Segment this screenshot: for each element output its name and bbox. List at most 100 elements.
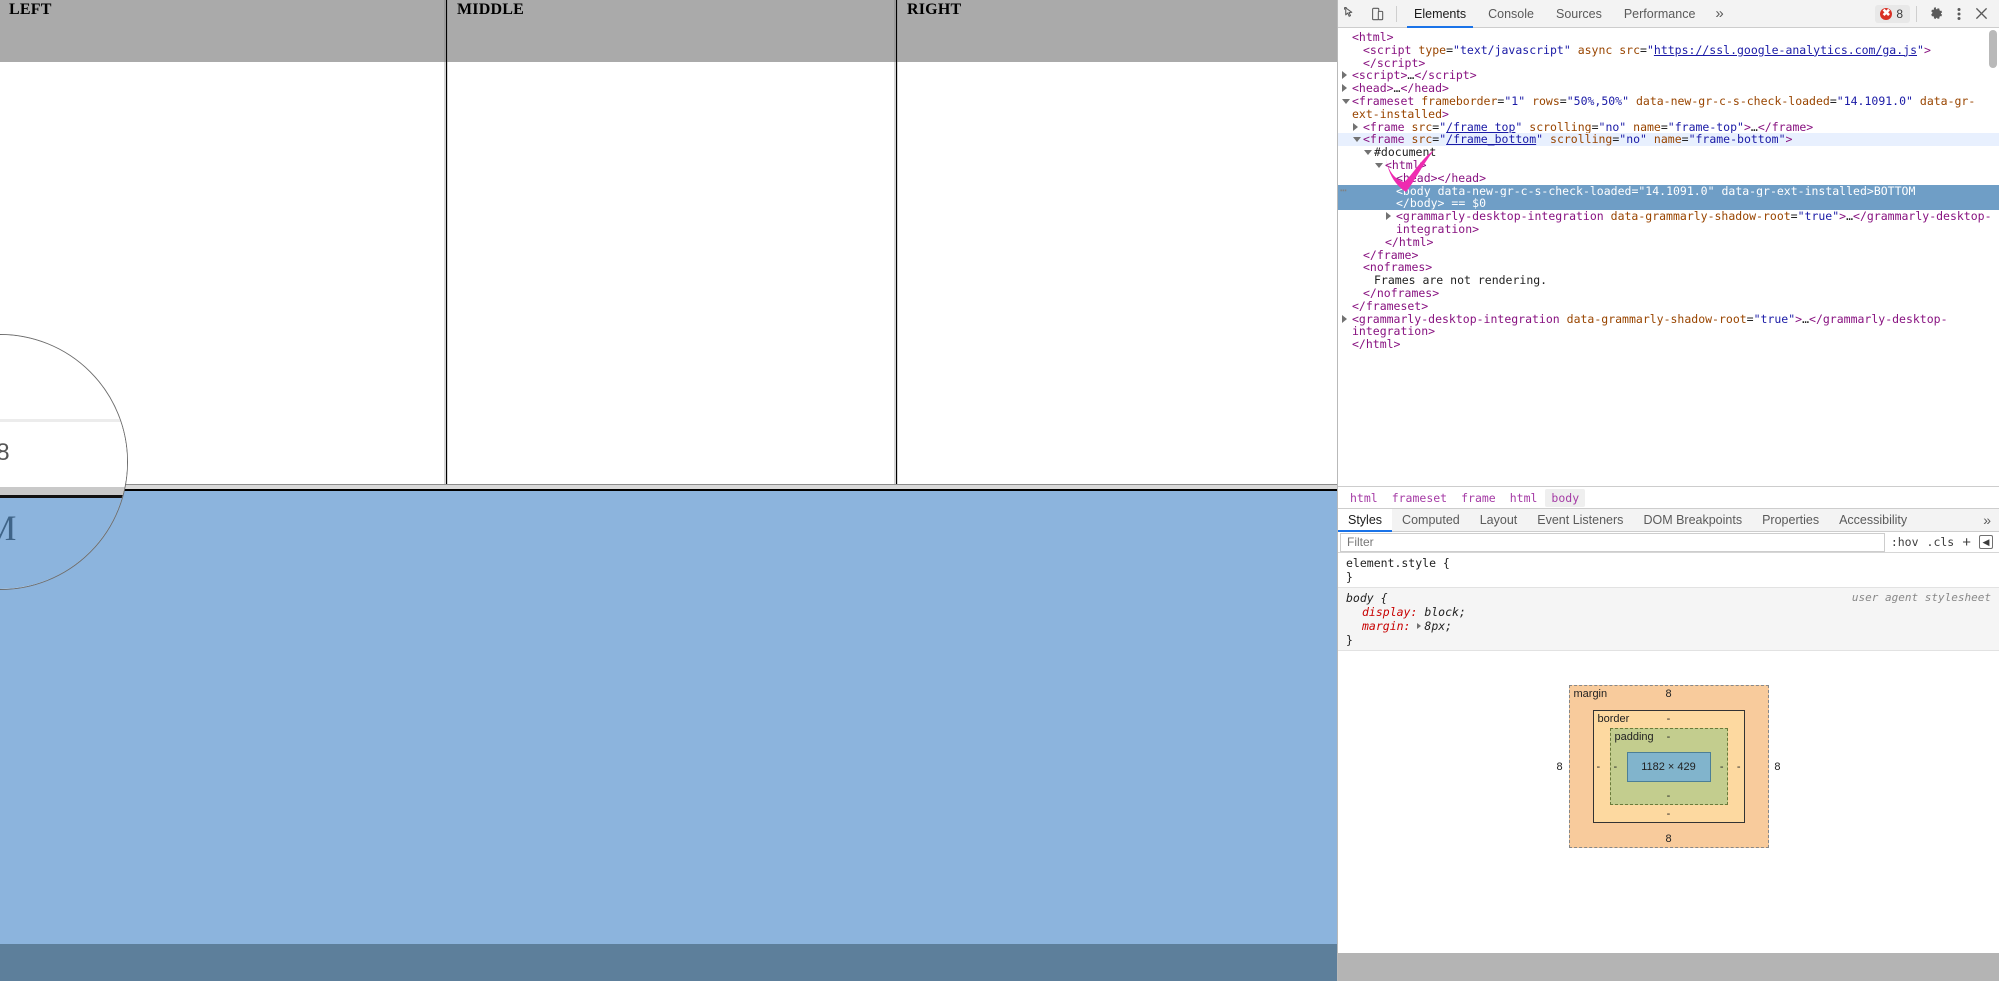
dock-to-side-icon[interactable]: ◀ <box>1979 535 1993 549</box>
box-model-padding-bottom[interactable]: - <box>1611 790 1727 802</box>
box-model-content-size[interactable]: 1182 × 429 <box>1627 752 1711 782</box>
expand-triangle-closed-icon[interactable] <box>1386 212 1391 220</box>
styles-rules-list: element.style { } user agent stylesheet … <box>1338 553 1999 651</box>
dom-node-line[interactable]: <frame src="/frame_bottom" scrolling="no… <box>1338 133 1999 146</box>
declaration-margin-value: 8px; <box>1424 619 1452 633</box>
box-model-border-bottom[interactable]: - <box>1594 808 1744 820</box>
declaration-display[interactable]: display: block; <box>1346 605 1993 619</box>
expand-triangle-closed-icon[interactable] <box>1342 84 1347 92</box>
tab-elements[interactable]: Elements <box>1403 0 1477 28</box>
box-model-border-top[interactable]: - <box>1594 713 1744 725</box>
tab-event-listeners[interactable]: Event Listeners <box>1527 509 1633 531</box>
dom-node-line[interactable]: <frameset frameborder="1" rows="50%,50%"… <box>1338 95 1999 121</box>
error-count-badge[interactable]: ✖ 8 <box>1875 5 1910 23</box>
breadcrumb-item-frameset[interactable]: frameset <box>1386 489 1453 507</box>
breadcrumb-item-html[interactable]: html <box>1344 489 1384 507</box>
expand-triangle-closed-icon[interactable] <box>1342 315 1347 323</box>
styles-filter-row: Filter :hov .cls + ◀ <box>1338 532 1999 553</box>
magnifier-tooltip-dimensions: 1198 <box>0 439 10 467</box>
dom-node-markup: </html> <box>1352 337 1400 351</box>
inspector-content-highlight: BOTTOM <box>0 491 1337 944</box>
box-model-margin-right[interactable]: 8 <box>1774 761 1780 773</box>
tab-performance[interactable]: Performance <box>1613 0 1707 28</box>
dom-node-line[interactable]: </html> <box>1338 236 1999 249</box>
frame-right: RIGHT <box>898 0 1337 484</box>
tab-dom-breakpoints[interactable]: DOM Breakpoints <box>1633 509 1752 531</box>
rule-element-style[interactable]: element.style { } <box>1338 553 1999 587</box>
dom-node-line[interactable]: </frame> <box>1338 249 1999 262</box>
expand-triangle-open-icon[interactable] <box>1342 99 1350 108</box>
tab-sources[interactable]: Sources <box>1545 0 1613 28</box>
browser-page-viewport: LEFT MIDDLE RIGHT BOTTOM <box>0 0 1337 981</box>
sidebar-more-tabs-icon[interactable]: » <box>1975 509 1999 531</box>
box-model-diagram: margin 8 8 8 8 border - - - - padding - … <box>1338 651 1999 848</box>
declaration-margin[interactable]: margin: 8px; <box>1346 619 1993 633</box>
tab-styles[interactable]: Styles <box>1338 509 1392 531</box>
styles-filter-input[interactable]: Filter <box>1340 533 1885 552</box>
expand-triangle-open-icon[interactable] <box>1353 137 1361 146</box>
devtools-toolbar: Elements Console Sources Performance » ✖… <box>1338 0 1999 28</box>
frame-bottom: BOTTOM <box>0 491 1337 981</box>
element-classes-button[interactable]: .cls <box>1927 535 1955 549</box>
frame-top: LEFT MIDDLE RIGHT <box>0 0 1337 484</box>
dom-node-line[interactable]: </noframes> <box>1338 287 1999 300</box>
devtools-bottom-strip <box>1338 953 1999 981</box>
box-model-margin-top[interactable]: 8 <box>1570 688 1768 700</box>
inspector-margin-highlight <box>0 944 1337 981</box>
box-model-padding[interactable]: padding - - - - 1182 × 429 <box>1610 728 1728 805</box>
box-model-border-right[interactable]: - <box>1737 761 1741 773</box>
tab-properties[interactable]: Properties <box>1752 509 1829 531</box>
kebab-menu-icon[interactable] <box>1949 1 1969 27</box>
screenshot-root: LEFT MIDDLE RIGHT BOTTOM <box>0 0 1999 981</box>
frame-middle: MIDDLE <box>448 0 894 484</box>
box-model-padding-right[interactable]: - <box>1720 761 1724 773</box>
frameset-horizontal-divider[interactable] <box>0 484 1337 491</box>
styles-filter-tools: :hov .cls + ◀ <box>1885 535 1999 550</box>
box-model-padding-left[interactable]: - <box>1614 761 1618 773</box>
box-model-margin[interactable]: margin 8 8 8 8 border - - - - padding - … <box>1569 685 1769 848</box>
toolbar-separator <box>1396 6 1397 22</box>
tab-layout[interactable]: Layout <box>1470 509 1528 531</box>
box-model-border[interactable]: border - - - - padding - - - - 1182 × 42… <box>1593 710 1745 823</box>
expand-triangle-open-icon[interactable] <box>1364 150 1372 159</box>
dom-node-line[interactable]: #document <box>1338 146 1999 159</box>
dom-node-markup: <frameset frameborder="1" rows="50%,50%"… <box>1352 94 1975 121</box>
tab-console[interactable]: Console <box>1477 0 1545 28</box>
box-model-padding-top[interactable]: - <box>1611 731 1727 743</box>
declaration-display-prop: display <box>1362 605 1410 619</box>
tab-accessibility[interactable]: Accessibility <box>1829 509 1917 531</box>
tab-computed[interactable]: Computed <box>1392 509 1470 531</box>
new-style-rule-button[interactable]: + <box>1962 535 1971 550</box>
inspect-cursor-icon[interactable] <box>1338 1 1364 27</box>
rule-element-style-close: } <box>1346 570 1993 584</box>
magnifier-tooltip-body <box>0 422 128 482</box>
breadcrumb-item-frame[interactable]: frame <box>1455 489 1502 507</box>
magnifier-blue-highlight <box>0 498 128 590</box>
dom-node-collapsed-ellipsis[interactable]: ⋯ <box>1340 184 1348 197</box>
breadcrumb-item-body[interactable]: body <box>1545 489 1585 507</box>
close-icon[interactable] <box>1969 1 1993 27</box>
dom-node-line[interactable]: <grammarly-desktop-integration data-gram… <box>1338 210 1999 236</box>
dom-node-line[interactable]: <script type="text/javascript" async src… <box>1338 44 1999 57</box>
gear-icon[interactable] <box>1923 1 1949 27</box>
force-state-button[interactable]: :hov <box>1891 535 1919 549</box>
rule-body[interactable]: user agent stylesheet body { display: bl… <box>1338 587 1999 651</box>
dom-node-line[interactable]: </html> <box>1338 338 1999 351</box>
box-model-margin-left[interactable]: 8 <box>1557 761 1563 773</box>
dom-node-markup: <script type="text/javascript" async src… <box>1363 43 1931 57</box>
box-model-margin-bottom[interactable]: 8 <box>1570 833 1768 845</box>
margin-expand-icon[interactable] <box>1417 623 1421 629</box>
box-model-border-left[interactable]: - <box>1597 761 1601 773</box>
more-tabs-icon[interactable]: » <box>1706 0 1732 28</box>
toolbar-separator-2 <box>1916 6 1917 22</box>
breadcrumb-item-html-2[interactable]: html <box>1504 489 1544 507</box>
expand-triangle-closed-icon[interactable] <box>1342 71 1347 79</box>
expand-triangle-open-icon[interactable] <box>1375 163 1383 172</box>
error-dot-icon: ✖ <box>1880 8 1892 20</box>
device-toolbar-icon[interactable] <box>1364 1 1390 27</box>
rule-element-style-selector: element.style { <box>1346 556 1993 570</box>
expand-triangle-closed-icon[interactable] <box>1353 123 1358 131</box>
dom-tree[interactable]: <html><script type="text/javascript" asy… <box>1338 28 1999 486</box>
dom-node-markup: <grammarly-desktop-integration data-gram… <box>1396 209 1992 236</box>
dom-node-line[interactable]: <grammarly-desktop-integration data-gram… <box>1338 313 1999 339</box>
